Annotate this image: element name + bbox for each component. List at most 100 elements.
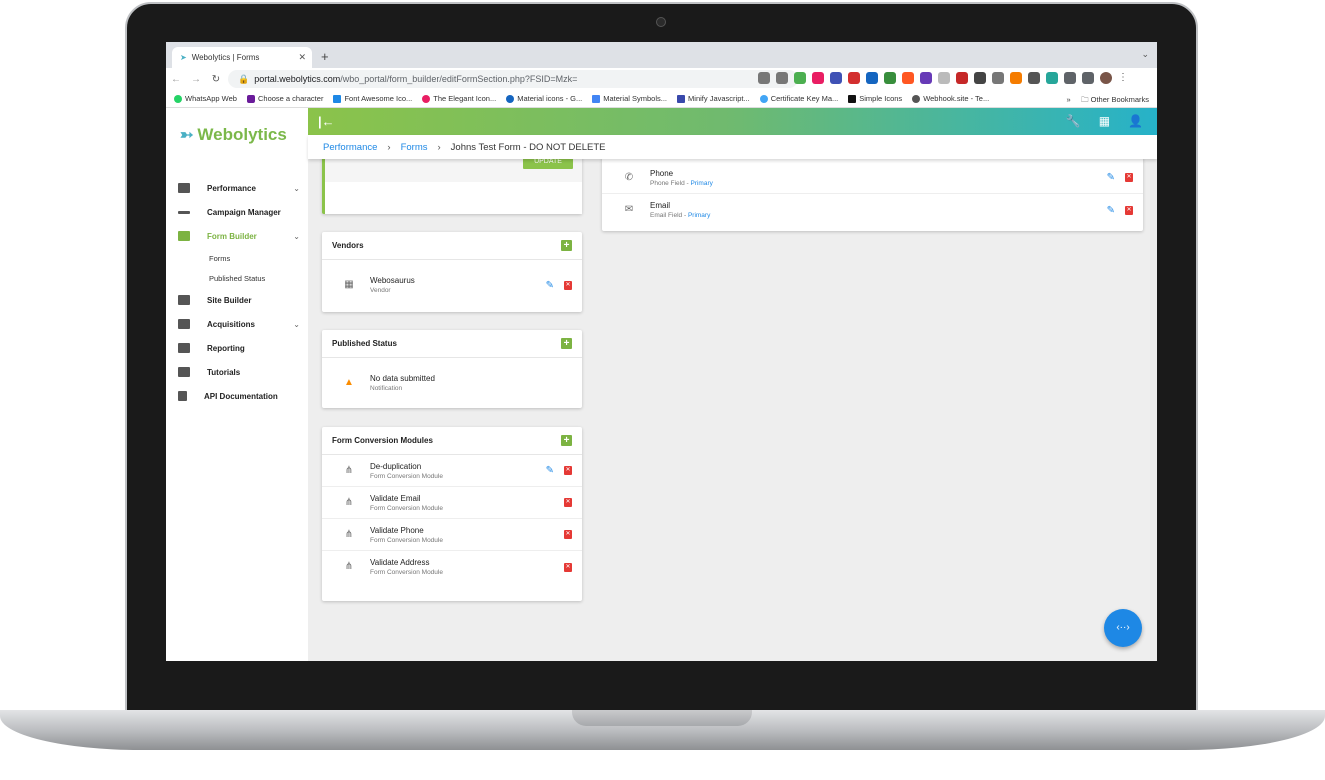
sidebar-item-performance[interactable]: Performance ⌄ — [166, 176, 308, 200]
sidebar-subitem-forms[interactable]: Forms — [166, 248, 308, 268]
extension-icon[interactable] — [884, 72, 896, 84]
sidebar-item-reporting[interactable]: Reporting — [166, 336, 308, 360]
top-bar: |← 🔧 ▦ 👤 — [308, 108, 1157, 135]
form-icon — [178, 231, 190, 241]
bookmark-item[interactable]: Webhook.site - Te... — [912, 94, 989, 103]
card-header: Vendors + — [322, 232, 582, 260]
forward-icon[interactable]: → — [186, 74, 206, 85]
extension-icon[interactable] — [938, 72, 950, 84]
delete-icon[interactable]: ✕ — [564, 562, 572, 572]
wrench-icon[interactable]: 🔧 — [1066, 114, 1081, 128]
collapse-sidebar-icon[interactable]: |← — [318, 114, 335, 129]
delete-icon[interactable]: ✕ — [564, 530, 572, 539]
sidebar-item-api-documentation[interactable]: API Documentation — [166, 384, 308, 408]
bookmark-item[interactable]: Choose a character — [246, 94, 324, 103]
bookmark-label: Webhook.site - Te... — [923, 94, 990, 103]
add-status-button[interactable]: + — [561, 338, 572, 349]
edit-icon[interactable]: ✎ — [1107, 205, 1115, 216]
logo-arrow-icon: ➳ — [180, 127, 194, 144]
extension-icon[interactable] — [830, 72, 842, 84]
extension-icon[interactable] — [992, 72, 1004, 84]
dashboard-grid-icon[interactable]: ▦ — [1099, 114, 1110, 128]
sidebar-item-tutorials[interactable]: Tutorials — [166, 360, 308, 384]
bookmark-item[interactable]: Certificate Key Ma... — [759, 94, 838, 103]
breadcrumb-performance[interactable]: Performance — [323, 142, 377, 153]
module-icon: ⋔ — [344, 561, 354, 572]
close-tab-icon[interactable]: ✕ — [298, 52, 306, 63]
delete-icon[interactable]: ✕ — [564, 466, 572, 475]
fields-card: ✆ Phone Phone Field - Primary ✎ ✕ ✉ Email E… — [602, 156, 1143, 231]
new-tab-button[interactable]: + — [321, 49, 329, 64]
bookmark-star-icon[interactable] — [776, 72, 788, 84]
sidebar-item-acquisitions[interactable]: Acquisitions ⌄ — [166, 312, 308, 336]
trend-icon — [178, 210, 190, 214]
tab-strip: ➤ Webolytics | Forms ✕ + ⌄ — [166, 42, 1157, 68]
item-title: Validate Address — [370, 558, 430, 567]
extension-icon[interactable] — [974, 72, 986, 84]
bookmark-item[interactable]: Minify Javascript... — [677, 94, 750, 103]
sidebar-item-form-builder[interactable]: Form Builder ⌄ — [166, 224, 308, 248]
avatar[interactable] — [1100, 72, 1112, 84]
browser-tab[interactable]: ➤ Webolytics | Forms ✕ — [172, 47, 312, 68]
list-item: ⋔ Validate Email Form Conversion Module ✕ — [322, 487, 582, 519]
edit-icon[interactable]: ✎ — [1107, 172, 1115, 183]
extension-icon[interactable] — [902, 72, 914, 84]
laptop-notch — [572, 710, 752, 726]
breadcrumb-forms[interactable]: Forms — [401, 142, 428, 153]
list-item: ✆ Phone Phone Field - Primary ✎ ✕ — [602, 162, 1143, 194]
item-subtitle: Vendor — [370, 287, 391, 294]
puzzle-icon[interactable] — [1064, 72, 1076, 84]
bookmark-label: Choose a character — [257, 94, 324, 103]
delete-icon[interactable]: ✕ — [564, 498, 572, 507]
menu-dots-icon[interactable]: ⋮ — [1118, 72, 1128, 84]
sidebar-subitem-published-status[interactable]: Published Status — [166, 268, 308, 288]
bookmark-item[interactable]: Material icons - G... — [506, 94, 582, 103]
extension-icon[interactable] — [956, 72, 968, 84]
reload-icon[interactable]: ↻ — [206, 74, 226, 85]
bookmark-item[interactable]: Material Symbols... — [592, 94, 667, 103]
add-module-button[interactable]: + — [561, 435, 572, 446]
delete-icon[interactable]: ✕ — [564, 280, 572, 290]
building-icon: ▦ — [344, 279, 354, 290]
card-title: Form Conversion Modules — [332, 436, 433, 445]
bookmark-item[interactable]: Font Awesome Ico... — [333, 94, 412, 103]
account-icon[interactable]: 👤 — [1128, 114, 1143, 128]
tab-search-icon[interactable]: ⌄ — [1141, 49, 1149, 60]
other-bookmarks[interactable]: » 🗀 Other Bookmarks — [1066, 94, 1149, 107]
extension-icon[interactable] — [1046, 72, 1058, 84]
extension-icon[interactable] — [1028, 72, 1040, 84]
sidebar-item-campaign-manager[interactable]: Campaign Manager — [166, 200, 308, 224]
url-input[interactable]: 🔒 portal.webolytics.com/wbo_portal/form_… — [228, 70, 798, 88]
item-subtitle: Phone Field - Primary — [650, 180, 713, 187]
address-bar-row: ← → ↻ 🔒 portal.webolytics.com/wbo_portal… — [166, 68, 1157, 90]
extension-icon[interactable] — [920, 72, 932, 84]
delete-icon[interactable]: ✕ — [1125, 173, 1133, 182]
delete-icon[interactable]: ✕ — [1125, 205, 1133, 215]
bookmark-item[interactable]: Simple Icons — [848, 94, 902, 103]
back-icon[interactable]: ← — [166, 74, 186, 85]
url-domain: portal.webolytics.com — [254, 74, 341, 84]
edit-icon[interactable]: ✎ — [546, 465, 554, 476]
sidebar-item-site-builder[interactable]: Site Builder — [166, 288, 308, 312]
extension-icon[interactable] — [1010, 72, 1022, 84]
edit-icon[interactable]: ✎ — [546, 280, 554, 291]
extension-icon[interactable] — [848, 72, 860, 84]
sidepanel-icon[interactable] — [1082, 72, 1094, 84]
extension-icon[interactable] — [812, 72, 824, 84]
extension-icon[interactable] — [794, 72, 806, 84]
webhook-icon — [912, 94, 921, 103]
bookmark-label: WhatsApp Web — [185, 94, 237, 103]
sidebar-item-label: Tutorials — [207, 367, 241, 377]
add-vendor-button[interactable]: + — [561, 240, 572, 251]
field-type: Phone Field - — [650, 179, 691, 187]
bookmark-item[interactable]: The Elegant Icon... — [422, 94, 496, 103]
logo[interactable]: ➳ Webolytics — [180, 125, 287, 145]
published-status-card: Published Status + ▲ No data submitted No… — [322, 330, 582, 408]
sidebar-item-label: Form Builder — [207, 231, 257, 241]
bookmark-label: Material icons - G... — [517, 94, 583, 103]
bookmark-item[interactable]: WhatsApp Web — [174, 94, 237, 103]
primary-tag: Primary — [690, 179, 713, 187]
extension-icon[interactable] — [866, 72, 878, 84]
share-icon[interactable] — [758, 72, 770, 84]
api-code-button[interactable]: ‹··› — [1104, 609, 1142, 647]
